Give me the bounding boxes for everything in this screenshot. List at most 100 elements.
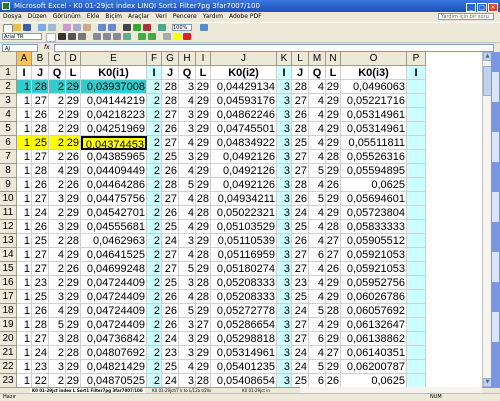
row-header[interactable]: 10: [0, 192, 17, 206]
data-cell[interactable]: 29: [66, 318, 81, 332]
data-cell[interactable]: 0,0492126: [211, 164, 277, 178]
data-cell[interactable]: [407, 108, 426, 122]
column-label-cell[interactable]: K0(i3): [341, 66, 407, 80]
data-cell[interactable]: 0,04251969: [81, 122, 147, 136]
data-cell[interactable]: 1: [17, 192, 32, 206]
data-cell[interactable]: 4: [49, 248, 66, 262]
data-cell[interactable]: 3: [277, 150, 292, 164]
data-cell[interactable]: 4: [309, 136, 326, 150]
data-cell[interactable]: 27: [292, 150, 309, 164]
data-cell[interactable]: 4: [49, 164, 66, 178]
data-cell[interactable]: 28: [196, 374, 211, 387]
data-cell[interactable]: 3: [179, 276, 196, 290]
data-cell[interactable]: 24: [292, 346, 309, 360]
data-cell[interactable]: 0,05272778: [211, 304, 277, 318]
data-cell[interactable]: 1: [17, 94, 32, 108]
data-cell[interactable]: 1: [17, 178, 32, 192]
data-cell[interactable]: [407, 80, 426, 94]
data-cell[interactable]: 1: [17, 332, 32, 346]
help-icon[interactable]: [200, 24, 208, 31]
data-cell[interactable]: 0,05921053: [341, 248, 407, 262]
column-label-cell[interactable]: L: [326, 66, 341, 80]
data-cell[interactable]: 0,04870525: [81, 374, 147, 387]
data-cell[interactable]: 3: [179, 80, 196, 94]
currency-icon[interactable]: [138, 33, 146, 40]
data-cell[interactable]: 3: [277, 178, 292, 192]
data-cell[interactable]: 5: [179, 304, 196, 318]
column-label-cell[interactable]: L: [196, 66, 211, 80]
data-cell[interactable]: [407, 136, 426, 150]
data-cell[interactable]: 4: [179, 206, 196, 220]
data-cell[interactable]: 28: [196, 290, 211, 304]
data-cell[interactable]: 29: [196, 360, 211, 374]
data-cell[interactable]: 2: [147, 192, 162, 206]
data-cell[interactable]: 29: [326, 318, 341, 332]
data-cell[interactable]: 4: [309, 150, 326, 164]
data-cell[interactable]: 24: [292, 360, 309, 374]
column-header[interactable]: O: [341, 52, 407, 66]
data-cell[interactable]: 3: [179, 150, 196, 164]
data-cell[interactable]: 2: [147, 206, 162, 220]
data-cell[interactable]: 4: [179, 192, 196, 206]
data-cell[interactable]: 0,05208333: [211, 276, 277, 290]
data-cell[interactable]: 3: [179, 234, 196, 248]
column-header[interactable]: B: [32, 52, 49, 66]
data-cell[interactable]: 28: [292, 80, 309, 94]
data-cell[interactable]: 0,05314961: [211, 346, 277, 360]
spreadsheet-grid[interactable]: A B C D E F G H I J K L M N O P 1 I J Q L K0(i1) I J Q L K0(i2) I J Q…: [0, 52, 482, 387]
data-cell[interactable]: 2: [49, 178, 66, 192]
data-cell[interactable]: 1: [17, 360, 32, 374]
data-cell[interactable]: 29: [196, 80, 211, 94]
data-cell[interactable]: 0,05905512: [341, 234, 407, 248]
data-cell[interactable]: 29: [196, 234, 211, 248]
column-label-cell[interactable]: I: [147, 66, 162, 80]
data-cell[interactable]: 3: [277, 136, 292, 150]
data-cell[interactable]: 0,04555681: [81, 220, 147, 234]
menu-file[interactable]: Dosya: [0, 12, 25, 22]
data-cell[interactable]: 4: [179, 164, 196, 178]
function-icon[interactable]: fx: [44, 44, 50, 52]
data-cell[interactable]: [407, 248, 426, 262]
data-cell[interactable]: 1: [17, 234, 32, 248]
data-cell[interactable]: [407, 318, 426, 332]
data-cell[interactable]: 0,04724409: [81, 318, 147, 332]
print-icon[interactable]: [38, 24, 46, 31]
data-cell[interactable]: 0,0625: [341, 178, 407, 192]
data-cell[interactable]: 29: [66, 122, 81, 136]
column-header[interactable]: G: [162, 52, 179, 66]
minimize-button[interactable]: _: [466, 3, 476, 12]
data-cell[interactable]: 27: [162, 192, 179, 206]
data-cell[interactable]: 28: [32, 122, 49, 136]
row-header[interactable]: 3: [0, 94, 17, 108]
data-cell[interactable]: 24: [32, 346, 49, 360]
data-cell[interactable]: 2: [147, 108, 162, 122]
data-cell[interactable]: 0,05208333: [211, 290, 277, 304]
data-cell[interactable]: 1: [17, 262, 32, 276]
data-cell[interactable]: 27: [292, 94, 309, 108]
data-cell[interactable]: 3: [179, 108, 196, 122]
data-cell[interactable]: 27: [292, 318, 309, 332]
data-cell[interactable]: 1: [17, 304, 32, 318]
data-cell[interactable]: 2: [147, 234, 162, 248]
data-cell[interactable]: [407, 276, 426, 290]
data-cell[interactable]: 26: [292, 108, 309, 122]
data-cell[interactable]: [407, 122, 426, 136]
data-cell[interactable]: 1: [17, 374, 32, 387]
data-cell[interactable]: 28: [196, 192, 211, 206]
column-label-cell[interactable]: J: [162, 66, 179, 80]
data-cell[interactable]: 29: [196, 332, 211, 346]
data-cell[interactable]: 1: [17, 164, 32, 178]
data-cell[interactable]: 4: [179, 220, 196, 234]
row-header[interactable]: 16: [0, 276, 17, 290]
data-cell[interactable]: 4: [309, 290, 326, 304]
data-cell[interactable]: 29: [326, 276, 341, 290]
data-cell[interactable]: 24: [292, 304, 309, 318]
data-cell[interactable]: 0,04641525: [81, 248, 147, 262]
data-cell[interactable]: 3: [49, 360, 66, 374]
data-cell[interactable]: 25: [292, 374, 309, 387]
row-header[interactable]: 23: [0, 374, 17, 387]
column-label-cell[interactable]: I: [277, 66, 292, 80]
menu-tools[interactable]: Araçlar: [125, 12, 152, 22]
data-cell[interactable]: 2: [147, 332, 162, 346]
data-cell[interactable]: 3: [277, 318, 292, 332]
